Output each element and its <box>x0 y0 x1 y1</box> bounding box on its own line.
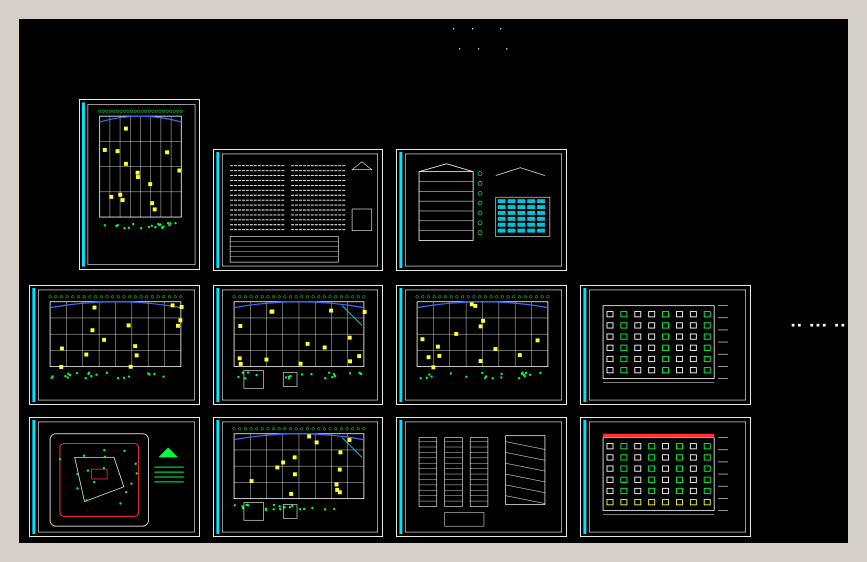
cad-model-space[interactable]: · · · · · · ▪▪ ▪▪▪ ▪▪ <box>19 19 848 543</box>
sheet-stair-details[interactable] <box>396 417 567 537</box>
sheet-roof-and-details[interactable] <box>213 417 383 537</box>
sheet-design-notes[interactable] <box>213 149 383 271</box>
sheet-floor-plan-1[interactable] <box>29 285 200 405</box>
sheet-elevation-front[interactable] <box>580 285 751 405</box>
frame-left <box>0 0 19 562</box>
sheet-section-and-tables[interactable] <box>396 149 567 271</box>
frame-right <box>848 0 867 562</box>
frame-top <box>0 0 867 19</box>
frame-bottom <box>0 543 867 562</box>
sheet-floor-plan-3[interactable] <box>396 285 567 405</box>
sheet-elevation-rear[interactable] <box>580 417 751 537</box>
side-mark: ▪▪ ▪▪▪ ▪▪ <box>791 321 847 329</box>
sheet-floor-plan-2[interactable] <box>213 285 383 405</box>
sheet-site-plan[interactable] <box>29 417 200 537</box>
sheet-floor-plan-portrait[interactable] <box>79 99 200 270</box>
header-mark-2: · · · <box>457 45 514 55</box>
header-mark: · · · <box>451 25 508 35</box>
